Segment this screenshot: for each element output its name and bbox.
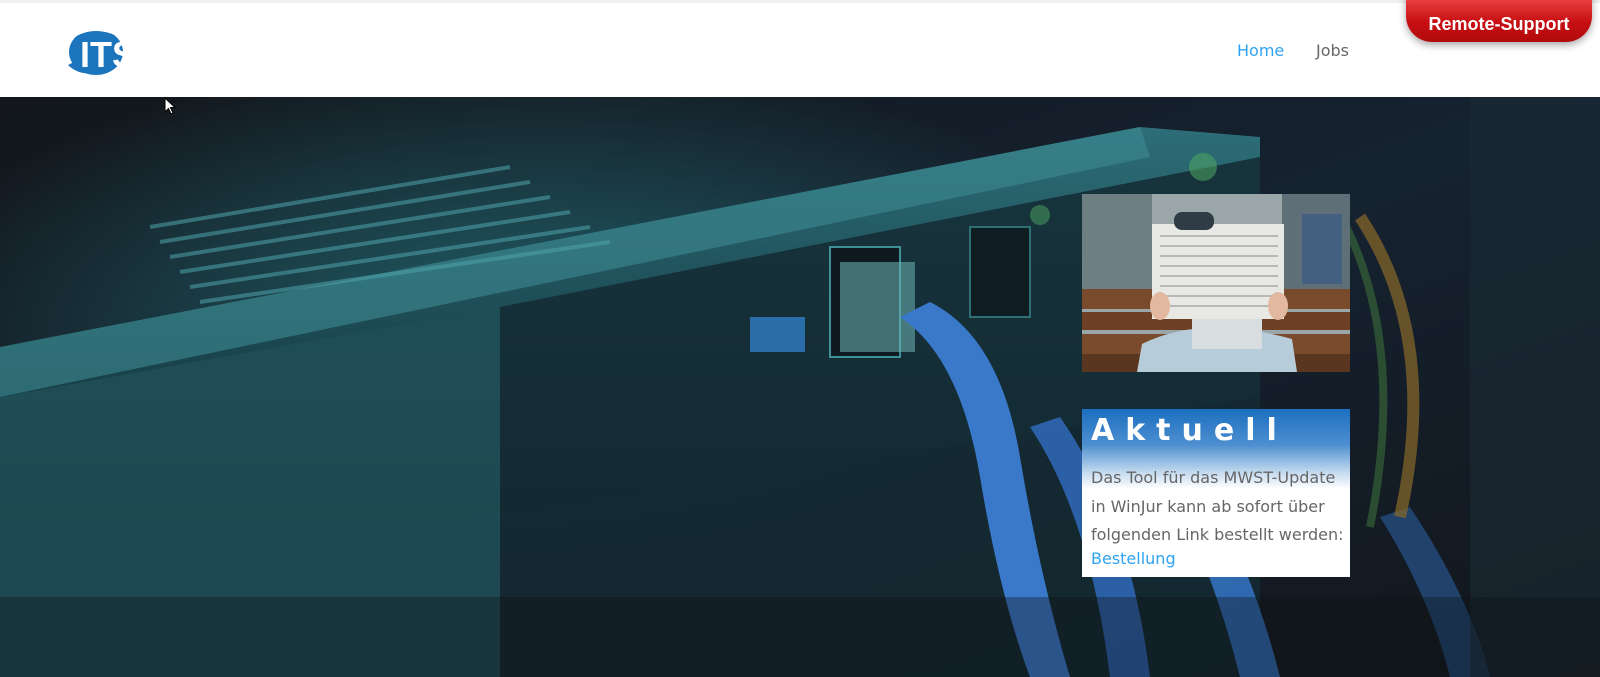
news-card-title: Aktuell bbox=[1091, 413, 1288, 448]
nav-jobs[interactable]: Jobs bbox=[1316, 41, 1349, 60]
news-card-text: Das Tool für das MWST-Update in WinJur k… bbox=[1091, 468, 1344, 544]
logo-text: ITST bbox=[80, 34, 158, 75]
remote-support-button[interactable]: Remote-Support bbox=[1406, 0, 1592, 42]
person-reading-newspaper-icon bbox=[1082, 194, 1350, 372]
news-card: Aktuell Das Tool für das MWST-Update in … bbox=[1082, 409, 1350, 577]
network-switch-background bbox=[0, 97, 1600, 677]
itst-logo[interactable]: ITST bbox=[66, 25, 176, 81]
mouse-cursor-icon bbox=[164, 96, 178, 122]
news-image bbox=[1082, 194, 1350, 372]
bestellung-link[interactable]: Bestellung bbox=[1091, 549, 1176, 568]
site-header: ITST Home Jobs bbox=[0, 0, 1600, 97]
hero-banner bbox=[0, 97, 1600, 677]
nav-home[interactable]: Home bbox=[1237, 41, 1284, 60]
